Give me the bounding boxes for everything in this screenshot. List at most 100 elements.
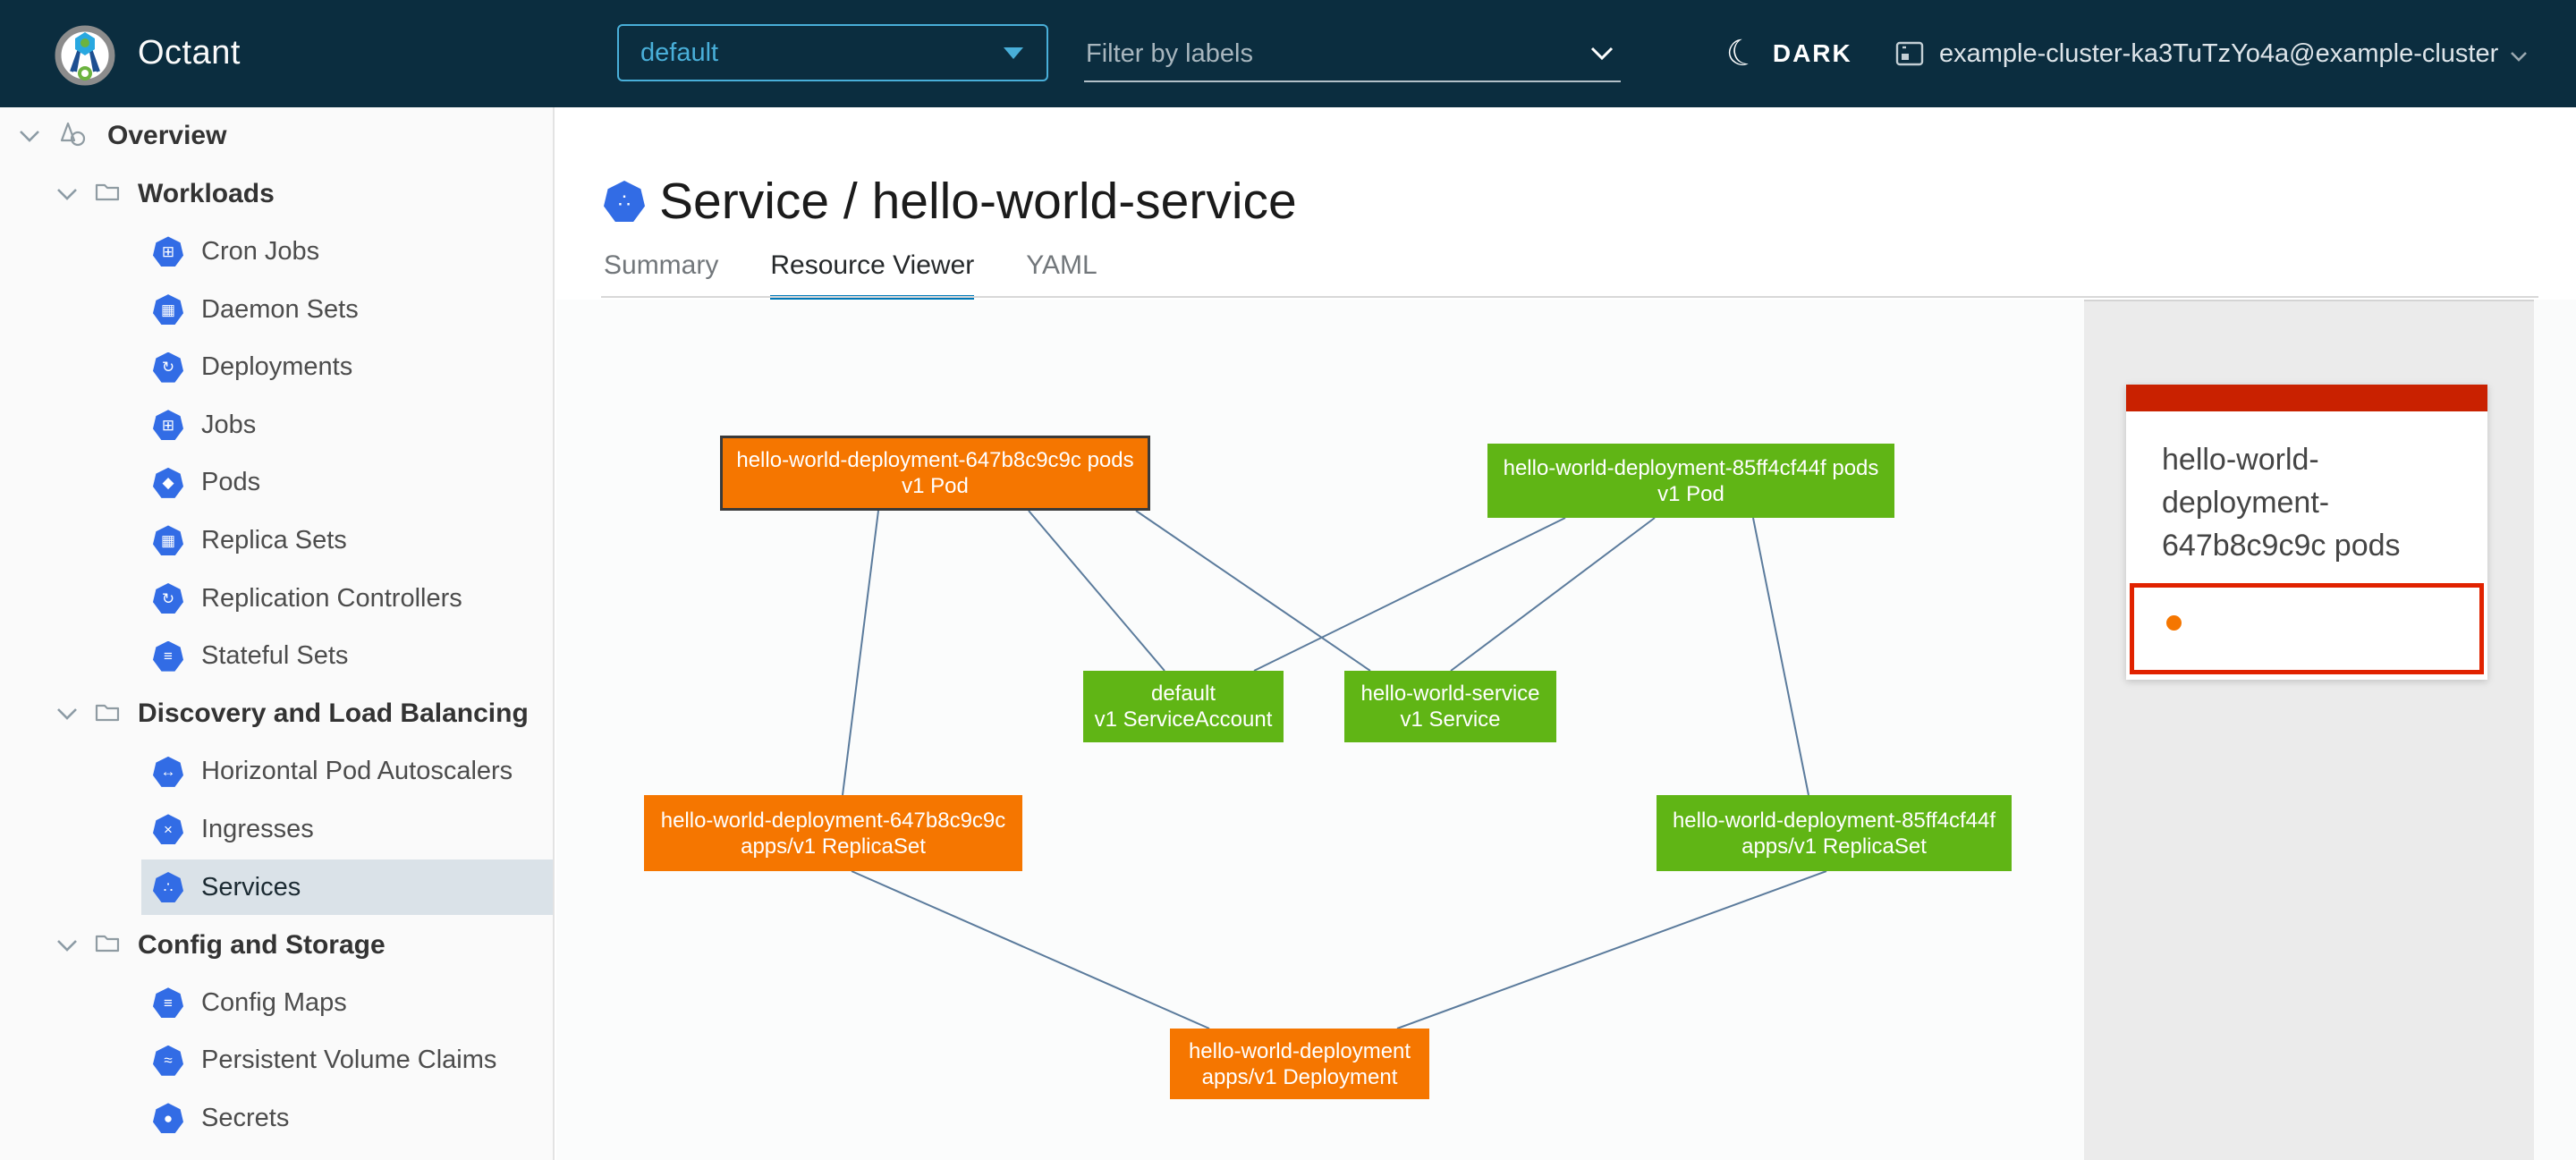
graph-edge-pod-85-serviceaccount [1254, 518, 1565, 671]
sidebar-item-config-maps[interactable]: ≡ Config Maps [0, 974, 553, 1032]
dark-theme-toggle[interactable]: ☾ DARK [1726, 27, 1852, 80]
graph-edge-pod-85-service [1451, 518, 1655, 671]
sidebar-item-label: Secrets [201, 1104, 289, 1133]
sidebar-item-stateful-sets[interactable]: ≡ Stateful Sets [0, 627, 553, 685]
sidebar-item-label: Discovery and Load Balancing [138, 699, 529, 729]
graph-node-name: hello-world-service [1360, 681, 1539, 707]
sidebar-item-replica-sets[interactable]: ▦ Replica Sets [0, 512, 553, 570]
scroll-gutter [2534, 300, 2576, 1160]
graph-node-kind: v1 Pod [1657, 481, 1724, 507]
k8s-resource-icon: ⊞ [153, 410, 183, 440]
sidebar-item-discovery-and-load-balancing[interactable]: Discovery and Load Balancing [0, 685, 553, 743]
page-titlebar: ∴ Service / hello-world-service [604, 172, 1297, 231]
sidebar-item-label: Cron Jobs [201, 237, 319, 267]
graph-node-rs-647[interactable]: hello-world-deployment-647b8c9c9c apps/v… [644, 795, 1022, 871]
cluster-context-label: example-cluster-ka3TuTzYo4a@example-clus… [1939, 39, 2498, 69]
octant-logo: Octant [52, 20, 241, 86]
namespace-dropdown-value: default [640, 38, 1004, 68]
graph-node-name: hello-world-deployment-647b8c9c9c pods [736, 447, 1133, 473]
chevron-down-icon[interactable] [52, 938, 82, 953]
selected-node-card: hello-world-deployment-647b8c9c9c pods [2126, 385, 2487, 680]
octant-logo-icon [52, 20, 118, 86]
k8s-resource-icon: ∴ [153, 872, 183, 902]
graph-node-pod-647[interactable]: hello-world-deployment-647b8c9c9c pods v… [720, 436, 1150, 511]
sidebar-item-ingresses[interactable]: × Ingresses [0, 800, 553, 859]
folder-icon [95, 701, 120, 727]
graph-edge-pod-647-serviceaccount [1029, 511, 1165, 671]
tab-yaml[interactable]: YAML [1026, 250, 1097, 301]
dark-theme-label: DARK [1773, 39, 1852, 68]
sidebar-item-label: Ingresses [201, 815, 314, 844]
cluster-icon [1894, 38, 1925, 69]
sidebar-item-secrets[interactable]: ● Secrets [0, 1089, 553, 1147]
pod-status-dot-icon [2166, 615, 2182, 631]
sidebar-item-label: Jobs [201, 411, 256, 440]
sidebar-item-label: Persistent Volume Claims [201, 1046, 496, 1075]
sidebar-item-config-and-storage[interactable]: Config and Storage [0, 916, 553, 974]
pod-status-row[interactable] [2130, 583, 2484, 674]
k8s-resource-icon: ● [153, 1103, 183, 1133]
resource-viewer-graph: hello-world-deployment-647b8c9c9c pods v… [556, 300, 2084, 1160]
sidebar-item-persistent-volume-claims[interactable]: ≈ Persistent Volume Claims [0, 1032, 553, 1090]
sidebar-item-label: Replica Sets [201, 526, 347, 555]
label-filter [1084, 27, 1621, 82]
sidebar-item-daemon-sets[interactable]: ▦ Daemon Sets [0, 281, 553, 339]
sidebar-item-pods[interactable]: ◆ Pods [0, 454, 553, 512]
sidebar-item-deployments[interactable]: ↻ Deployments [0, 338, 553, 396]
sidebar-item-replication-controllers[interactable]: ↻ Replication Controllers [0, 570, 553, 628]
folder-icon [95, 181, 120, 207]
k8s-resource-icon: ≈ [153, 1046, 183, 1076]
sidebar-item-cron-jobs[interactable]: ⊞ Cron Jobs [0, 223, 553, 281]
graph-node-name: hello-world-deployment-85ff4cf44f pods [1504, 455, 1879, 481]
service-resource-icon: ∴ [604, 181, 645, 222]
sidebar-item-overview[interactable]: Overview [0, 107, 553, 165]
sidebar-item-horizontal-pod-autoscalers[interactable]: ↔ Horizontal Pod Autoscalers [0, 743, 553, 801]
sidebar-item-label: Stateful Sets [201, 641, 348, 671]
k8s-resource-icon: ⊞ [153, 236, 183, 267]
sidebar-item-label: Services [201, 873, 301, 902]
moon-icon: ☾ [1723, 32, 1762, 74]
chevron-down-icon[interactable] [1589, 45, 1615, 63]
graph-node-name: default [1151, 681, 1216, 707]
chevron-down-icon[interactable] [14, 129, 45, 143]
sidebar-item-label: Config Maps [201, 988, 347, 1018]
sidebar-item-jobs[interactable]: ⊞ Jobs [0, 396, 553, 454]
detail-panel: hello-world-deployment-647b8c9c9c pods [2084, 300, 2534, 1160]
graph-node-service[interactable]: hello-world-service v1 Service [1344, 671, 1556, 742]
graph-node-serviceaccount[interactable]: default v1 ServiceAccount [1083, 671, 1284, 742]
card-title: hello-world-deployment-647b8c9c9c pods [2126, 411, 2487, 583]
sidebar-item-label: Horizontal Pod Autoscalers [201, 757, 513, 786]
tab-summary[interactable]: Summary [604, 250, 718, 301]
k8s-resource-icon: ↻ [153, 352, 183, 383]
namespace-dropdown[interactable]: default [617, 24, 1048, 81]
k8s-resource-icon: ≡ [153, 641, 183, 672]
sidebar-item-workloads[interactable]: Workloads [0, 165, 553, 224]
k8s-resource-icon: ▦ [153, 525, 183, 555]
chevron-down-icon[interactable] [52, 707, 82, 721]
k8s-resource-icon: ◆ [153, 468, 183, 498]
graph-node-rs-85[interactable]: hello-world-deployment-85ff4cf44f apps/v… [1657, 795, 2012, 871]
graph-node-kind: apps/v1 ReplicaSet [1741, 834, 1927, 859]
tab-bar: Summary Resource Viewer YAML [604, 250, 1149, 301]
app-header: Octant default ☾ DARK example-cluster-ka… [0, 0, 2576, 107]
sidebar-item-services[interactable]: ∴ Services [0, 859, 553, 917]
tab-resource-viewer[interactable]: Resource Viewer [770, 250, 974, 301]
chevron-down-icon[interactable] [52, 187, 82, 201]
graph-edge-pod-647-service [1136, 511, 1370, 671]
graph-edge-pod-85-rs-85 [1753, 518, 1809, 795]
label-filter-input[interactable] [1084, 38, 1589, 70]
sidebar-item-label: Workloads [138, 179, 275, 209]
k8s-resource-icon: ≡ [153, 987, 183, 1018]
dropdown-caret-icon [1004, 47, 1023, 59]
graph-edge-rs-647-deployment [852, 871, 1209, 1029]
tabbar-divider [601, 296, 2538, 298]
sidebar-item-label: Pods [201, 468, 260, 497]
graph-node-deployment[interactable]: hello-world-deployment apps/v1 Deploymen… [1170, 1029, 1429, 1099]
page-title: Service / hello-world-service [659, 172, 1297, 231]
applications-icon [59, 121, 88, 152]
graph-node-pod-85[interactable]: hello-world-deployment-85ff4cf44f pods v… [1487, 444, 1894, 518]
workspace: hello-world-deployment-647b8c9c9c pods v… [556, 300, 2576, 1160]
graph-node-kind: apps/v1 ReplicaSet [741, 834, 926, 859]
sidebar-item-label: Deployments [201, 352, 352, 382]
cluster-context-switcher[interactable]: example-cluster-ka3TuTzYo4a@example-clus… [1894, 27, 2529, 80]
